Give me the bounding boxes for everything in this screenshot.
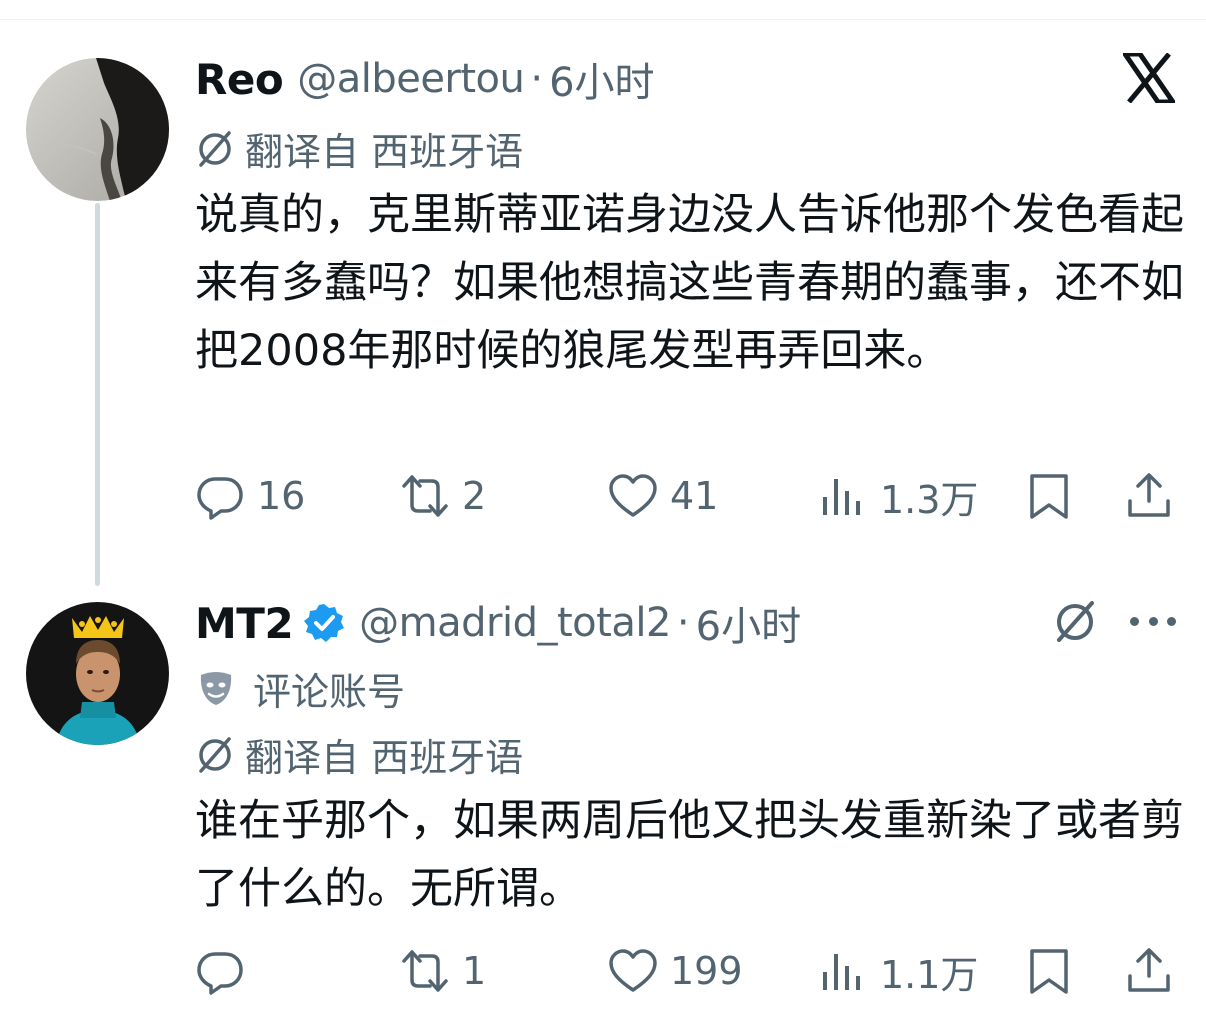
tweet-text: 谁在乎那个，如果两周后他又把头发重新染了或者剪了什么的。无所谓。 xyxy=(195,796,1184,914)
views-icon xyxy=(823,954,860,990)
action-bar: 1 199 1.1万 xyxy=(0,941,1206,1001)
display-name[interactable]: MT2 xyxy=(195,599,294,648)
user-handle[interactable]: @madrid_total2 xyxy=(359,600,671,646)
tweet-header: Reo @albeertou · 6小时 xyxy=(195,50,655,108)
like-button[interactable]: 41 xyxy=(608,466,718,526)
account-label: 评论账号 xyxy=(195,664,405,714)
views-icon xyxy=(823,479,860,515)
translation-label: 翻译自 西班牙语 xyxy=(245,129,524,174)
reply-count: 16 xyxy=(257,474,306,518)
repost-count: 2 xyxy=(462,474,487,518)
translation-note[interactable]: 翻译自 西班牙语 xyxy=(195,730,523,780)
repost-button[interactable]: 1 xyxy=(400,941,486,1001)
tweet-text: 说真的，克里斯蒂亚诺身边没人告诉他那个发色看起来有多蠢吗？如果他想搞这些青春期的… xyxy=(195,190,1184,376)
action-bar: 16 2 41 1.3万 xyxy=(0,466,1206,526)
view-count: 1.1万 xyxy=(880,952,979,997)
translate-icon xyxy=(199,737,231,773)
like-count: 41 xyxy=(670,474,719,518)
avatar[interactable] xyxy=(26,602,169,745)
more-icon[interactable] xyxy=(1130,614,1176,628)
reply-button[interactable]: 16 xyxy=(195,466,305,526)
translate-icon xyxy=(199,131,231,167)
like-count: 199 xyxy=(670,949,743,993)
share-icon xyxy=(1128,948,1170,992)
views-button[interactable]: 1.1万 xyxy=(818,941,978,1001)
share-button[interactable] xyxy=(1124,466,1174,526)
repost-icon xyxy=(402,475,448,517)
display-name[interactable]: Reo xyxy=(195,55,284,104)
separator-dot: · xyxy=(530,56,544,102)
reply-icon xyxy=(197,952,243,995)
translation-label: 翻译自 西班牙语 xyxy=(245,735,524,780)
translate-icon[interactable] xyxy=(1052,598,1098,644)
thread-connector-line xyxy=(95,203,100,586)
avatar[interactable] xyxy=(26,58,169,201)
bookmark-icon xyxy=(1030,949,1068,994)
view-count: 1.3万 xyxy=(880,477,979,522)
user-handle[interactable]: @albeertou xyxy=(297,56,525,102)
translation-note[interactable]: 翻译自 西班牙语 xyxy=(195,124,523,174)
bookmark-button[interactable] xyxy=(1024,466,1074,526)
separator-dot: · xyxy=(676,600,690,646)
account-label-text: 评论账号 xyxy=(253,669,406,714)
mask-icon xyxy=(200,672,232,705)
repost-button[interactable]: 2 xyxy=(400,466,486,526)
top-divider xyxy=(0,19,1206,20)
bookmark-icon xyxy=(1030,474,1068,519)
repost-count: 1 xyxy=(462,949,487,993)
tweet-header: MT2 @madrid_total2 · 6小时 xyxy=(195,594,801,652)
timestamp[interactable]: 6小时 xyxy=(549,50,654,108)
views-button[interactable]: 1.3万 xyxy=(818,466,978,526)
x-logo-icon xyxy=(1123,53,1175,103)
reply-icon xyxy=(197,477,243,520)
share-icon xyxy=(1128,473,1170,517)
repost-icon xyxy=(402,950,448,992)
like-icon xyxy=(609,949,657,992)
like-icon xyxy=(609,474,657,517)
like-button[interactable]: 199 xyxy=(608,941,743,1001)
verified-badge-icon xyxy=(304,604,345,642)
bookmark-button[interactable] xyxy=(1024,941,1074,1001)
reply-button[interactable] xyxy=(195,941,257,1001)
timestamp[interactable]: 6小时 xyxy=(696,594,801,652)
share-button[interactable] xyxy=(1124,941,1174,1001)
